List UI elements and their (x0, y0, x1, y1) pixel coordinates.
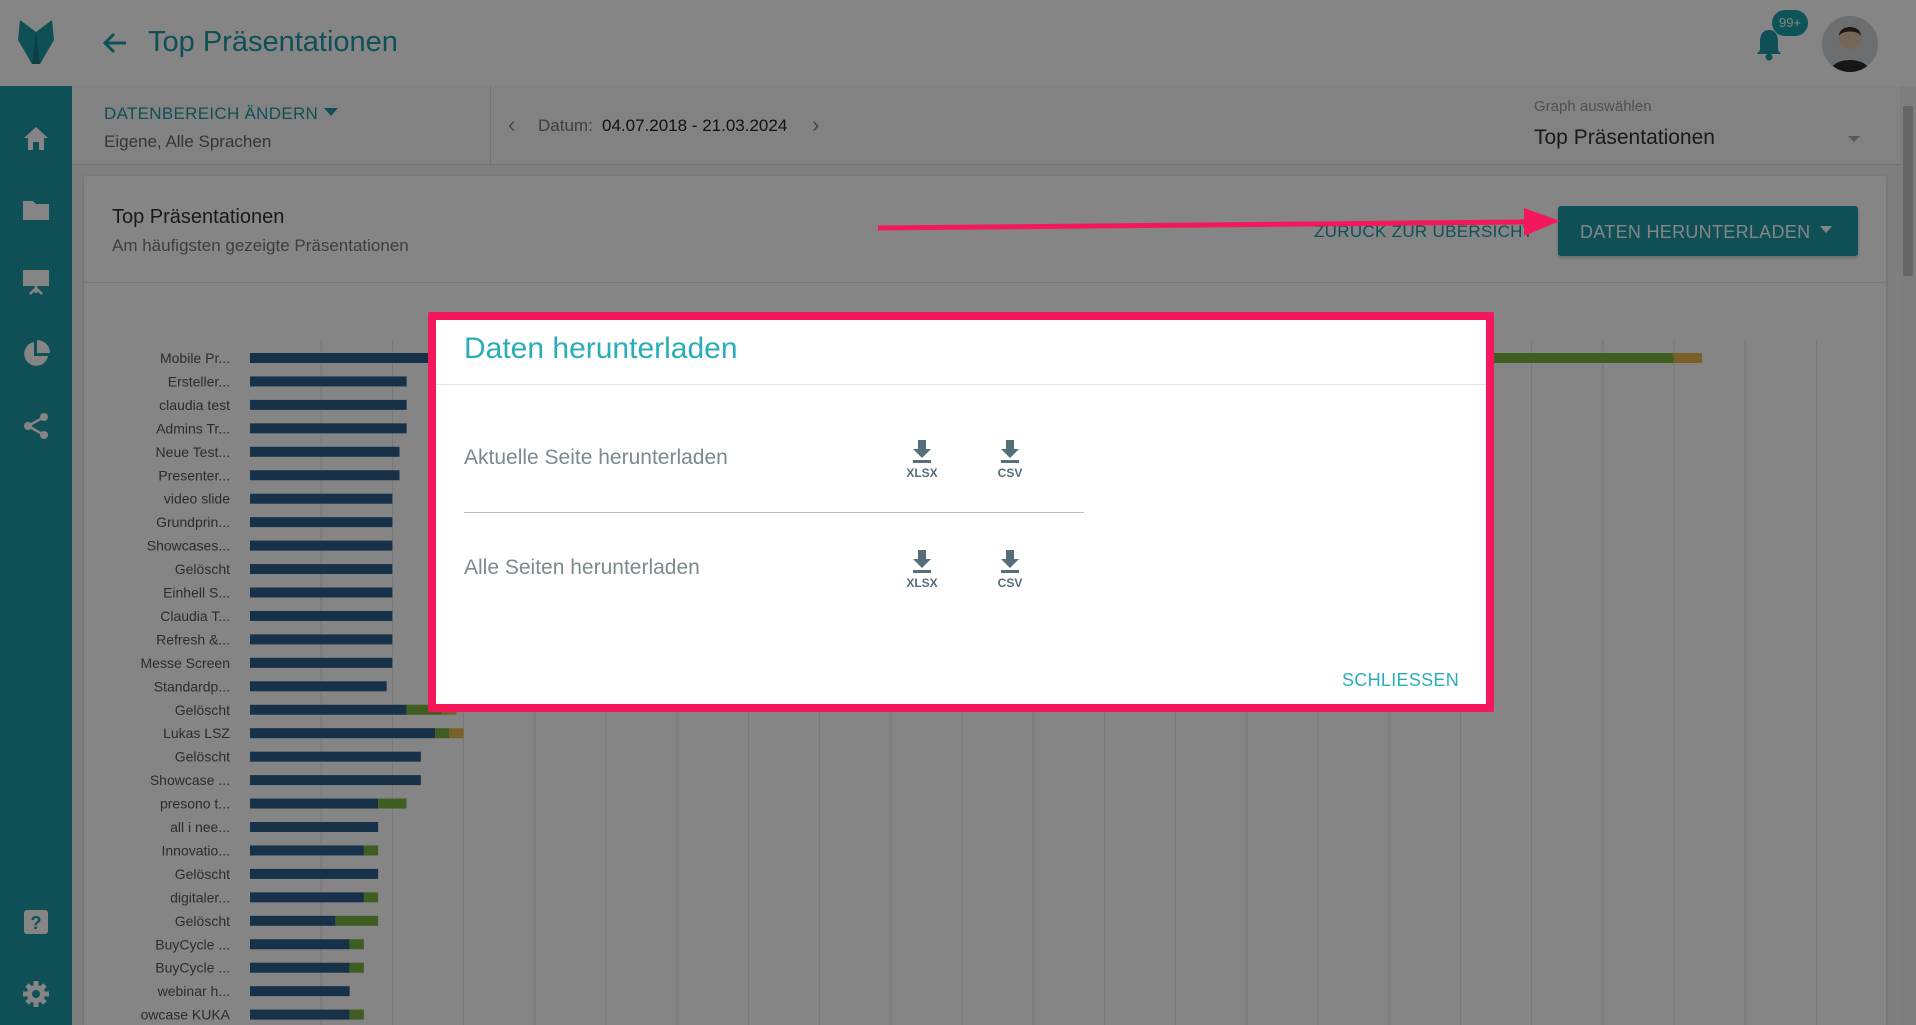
current-page-label: Aktuelle Seite herunterladen (464, 446, 728, 469)
download-dialog: Daten herunterladen Aktuelle Seite herun… (436, 320, 1486, 704)
divider (464, 512, 1084, 513)
csv-label: CSV (997, 576, 1023, 590)
xlsx-label: XLSX (906, 466, 938, 480)
download-xlsx-all-button[interactable]: XLSX (902, 548, 942, 596)
dialog-title: Daten herunterladen (464, 332, 738, 365)
download-csv-current-button[interactable]: CSV (990, 438, 1030, 486)
download-xlsx-current-button[interactable]: XLSX (902, 438, 942, 486)
close-button[interactable]: SCHLIESSEN (1342, 670, 1459, 691)
csv-label: CSV (997, 466, 1023, 480)
download-csv-all-button[interactable]: CSV (990, 548, 1030, 596)
divider (436, 384, 1486, 385)
all-pages-label: Alle Seiten herunterladen (464, 556, 700, 579)
xlsx-label: XLSX (906, 576, 938, 590)
